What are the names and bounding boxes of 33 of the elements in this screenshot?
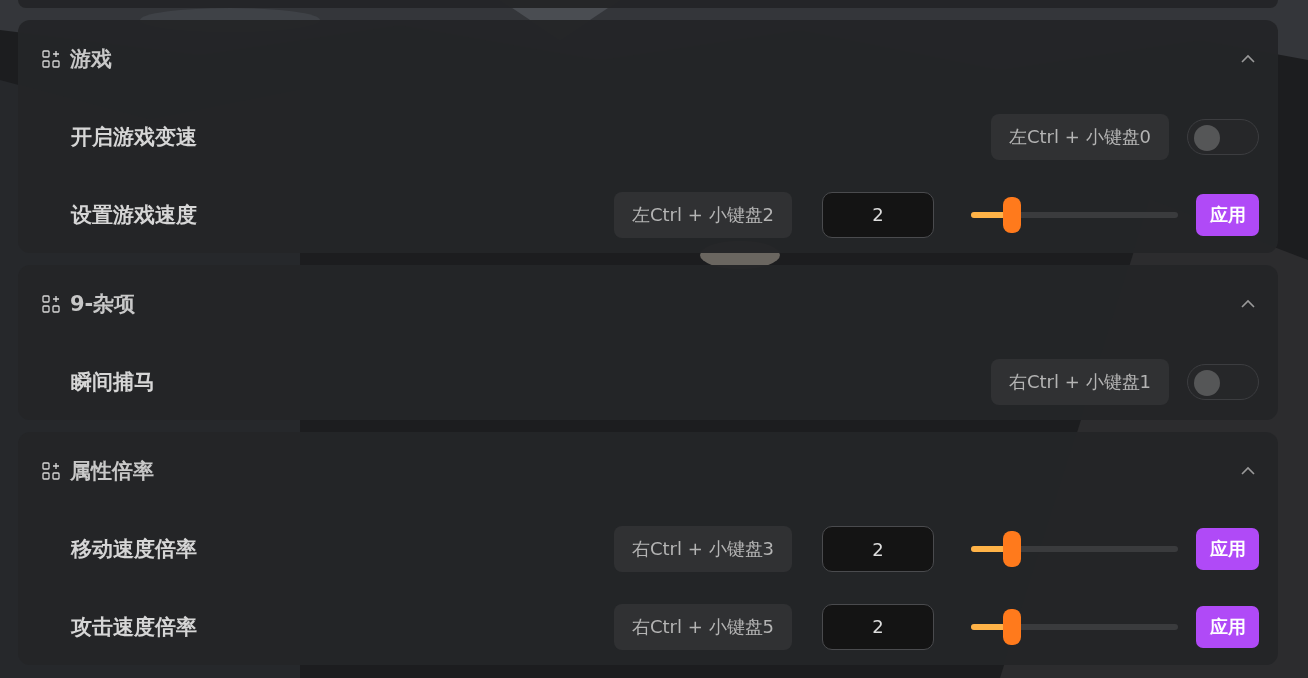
- setting-label: 瞬间捕马: [71, 368, 156, 396]
- hotkey-chip[interactable]: 右Ctrl + 小键盘1: [991, 358, 1169, 405]
- slider-track[interactable]: [971, 623, 1178, 630]
- hotkey-chip[interactable]: 右Ctrl + 小键盘5: [614, 603, 792, 650]
- chevron-up-icon: [1240, 54, 1256, 64]
- apps-icon: [42, 50, 60, 68]
- slider-thumb[interactable]: [1003, 531, 1022, 567]
- chevron-up-icon: [1240, 466, 1256, 476]
- hotkey-chip[interactable]: 左Ctrl + 小键盘2: [614, 191, 792, 238]
- number-field[interactable]: 2: [822, 191, 934, 238]
- toggle-switch[interactable]: [1187, 363, 1259, 400]
- hotkey-chip[interactable]: 左Ctrl + 小键盘0: [991, 114, 1169, 160]
- section-title: 游戏: [70, 46, 113, 73]
- apps-icon: [42, 295, 60, 313]
- slider-thumb[interactable]: [1003, 608, 1022, 645]
- number-field[interactable]: 2: [822, 603, 934, 650]
- number-field[interactable]: 2: [822, 526, 934, 572]
- section-title: 属性倍率: [70, 458, 155, 485]
- apply-button[interactable]: 应用: [1196, 605, 1259, 648]
- slider-track[interactable]: [971, 546, 1178, 552]
- section-title: 9-杂项: [70, 291, 137, 318]
- apps-icon: [42, 462, 60, 480]
- chevron-up-icon: [1240, 299, 1256, 309]
- slider-track[interactable]: [971, 211, 1178, 218]
- slider-thumb[interactable]: [1003, 196, 1022, 233]
- setting-label: 移动速度倍率: [71, 536, 198, 563]
- apply-button[interactable]: 应用: [1196, 528, 1259, 570]
- setting-label: 开启游戏变速: [71, 124, 198, 151]
- setting-label: 攻击速度倍率: [71, 613, 198, 641]
- apply-button[interactable]: 应用: [1196, 193, 1259, 236]
- toggle-switch[interactable]: [1187, 119, 1259, 155]
- hotkey-chip[interactable]: 右Ctrl + 小键盘3: [614, 526, 792, 572]
- setting-label: 设置游戏速度: [71, 201, 198, 229]
